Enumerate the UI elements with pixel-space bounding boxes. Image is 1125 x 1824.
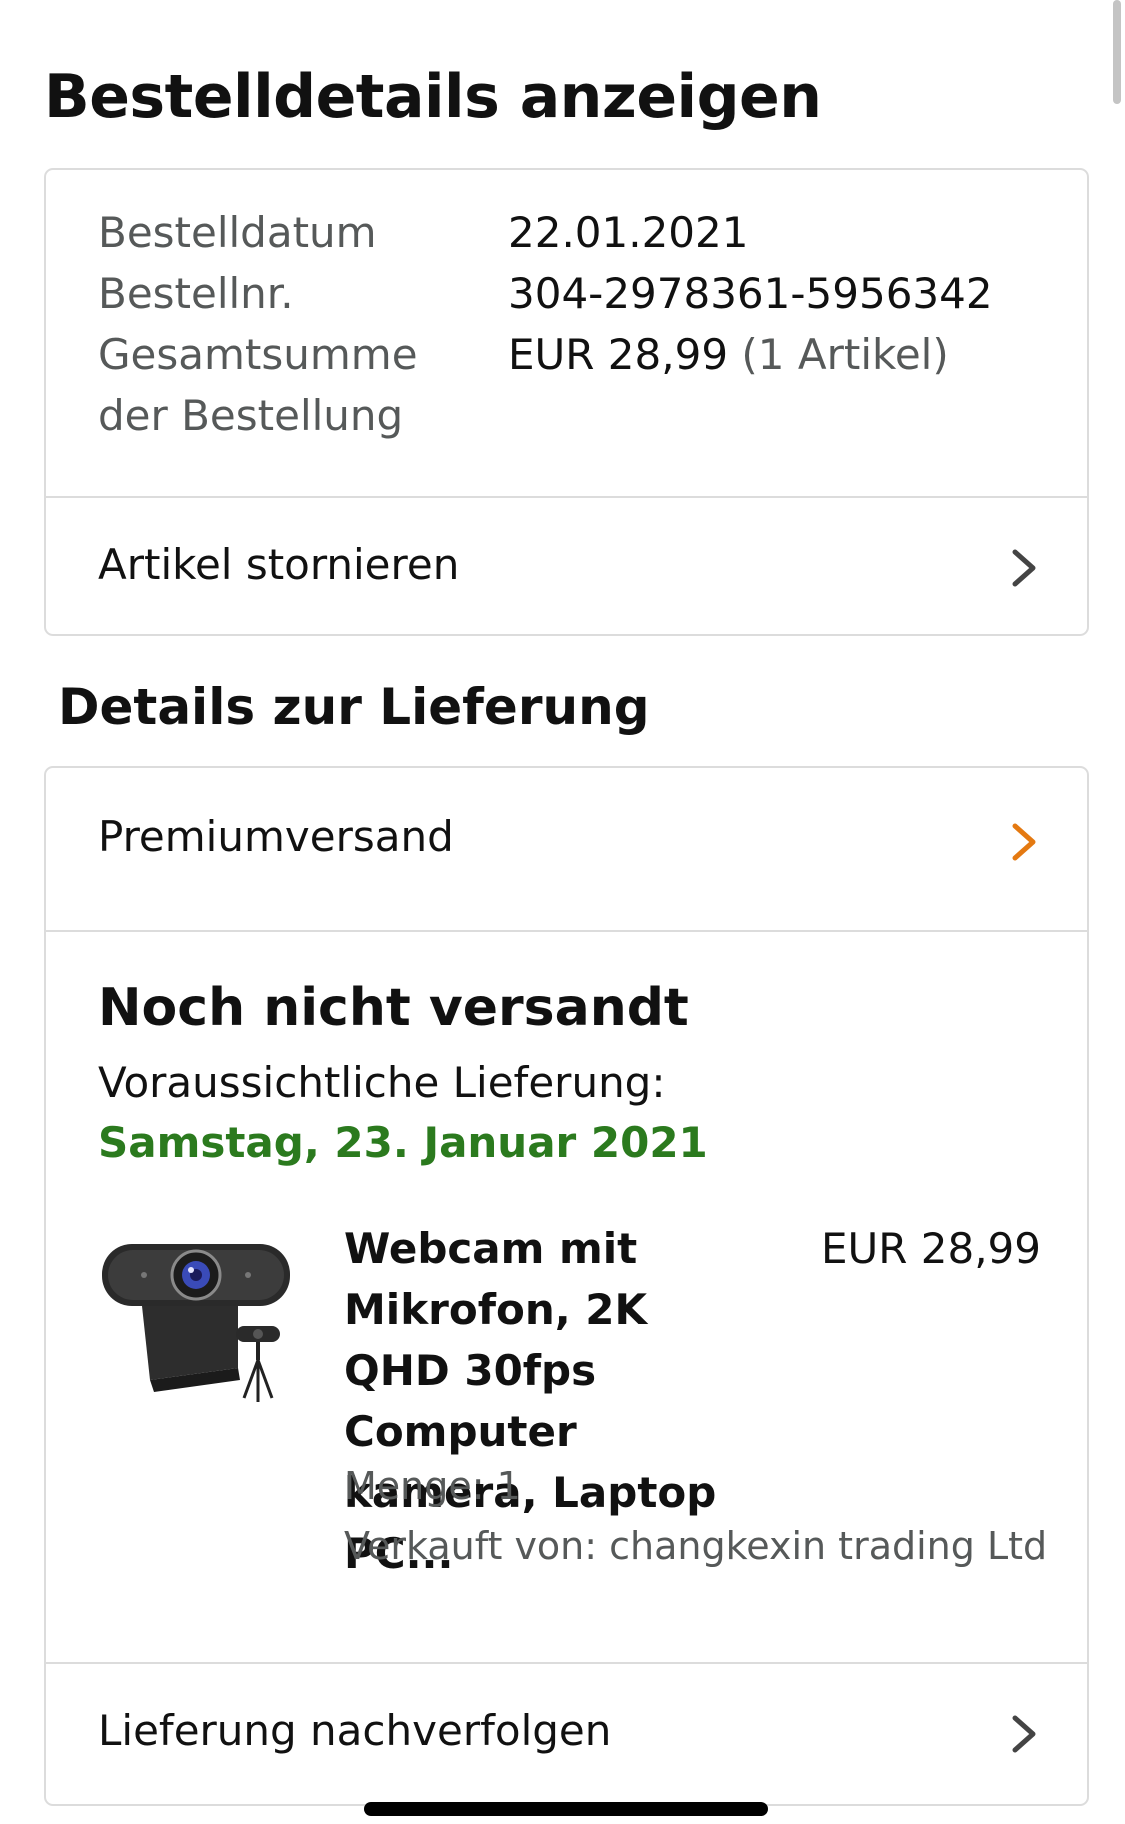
order-total-row: Gesamtsumme <box>98 324 418 385</box>
cancel-items-button[interactable]: Artikel stornieren <box>46 498 1087 638</box>
chevron-right-icon <box>1012 1715 1036 1753</box>
order-item-count: (1 Artikel) <box>741 330 949 379</box>
track-delivery-button[interactable]: Lieferung nachverfolgen <box>46 1664 1087 1804</box>
divider <box>46 930 1087 932</box>
order-date-row: Bestelldatum <box>98 202 377 263</box>
product-seller: Verkauft von: changkexin trading Ltd <box>344 1524 1048 1568</box>
delivery-card: Premiumversand Noch nicht versandt Vorau… <box>44 766 1089 1806</box>
order-total-label-line2: der Bestellung <box>98 391 404 440</box>
page-title: Bestelldetails anzeigen <box>44 62 822 132</box>
home-indicator[interactable] <box>364 1802 768 1816</box>
shipping-method-label: Premiumversand <box>98 812 454 861</box>
order-total-value: EUR 28,99 <box>508 330 729 379</box>
delivery-section-title: Details zur Lieferung <box>58 678 650 736</box>
order-summary-card: Bestelldatum 22.01.2021 Bestellnr. 304-2… <box>44 168 1089 636</box>
order-date-label: Bestelldatum <box>98 208 377 257</box>
estimated-delivery-date: Samstag, 23. Januar 2021 <box>98 1118 708 1167</box>
product-price: EUR 28,99 <box>820 1224 1041 1273</box>
estimated-delivery-label: Voraussichtliche Lieferung: <box>98 1058 666 1107</box>
cancel-items-label: Artikel stornieren <box>98 540 460 589</box>
order-total-label-line2-row: der Bestellung <box>98 385 403 446</box>
webcam-product-image[interactable] <box>98 1240 298 1410</box>
order-date-value: 22.01.2021 <box>508 208 749 257</box>
chevron-right-icon <box>1012 549 1036 587</box>
product-quantity: Menge: 1 <box>344 1464 521 1508</box>
track-delivery-label: Lieferung nachverfolgen <box>98 1706 612 1755</box>
order-total-label: Gesamtsumme <box>98 330 418 379</box>
order-details-page: Bestelldetails anzeigen Bestelldatum 22.… <box>0 0 1125 1824</box>
order-number-row: Bestellnr. <box>98 263 294 324</box>
order-number-value: 304-2978361-5956342 <box>508 269 993 318</box>
order-number-label: Bestellnr. <box>98 269 294 318</box>
chevron-right-icon <box>1012 823 1036 861</box>
scrollbar[interactable] <box>1113 0 1121 104</box>
shipping-method-button[interactable]: Premiumversand <box>46 768 1087 908</box>
order-total-value-group: EUR 28,99 (1 Artikel) <box>508 324 949 385</box>
shipment-status: Noch nicht versandt <box>98 978 689 1038</box>
